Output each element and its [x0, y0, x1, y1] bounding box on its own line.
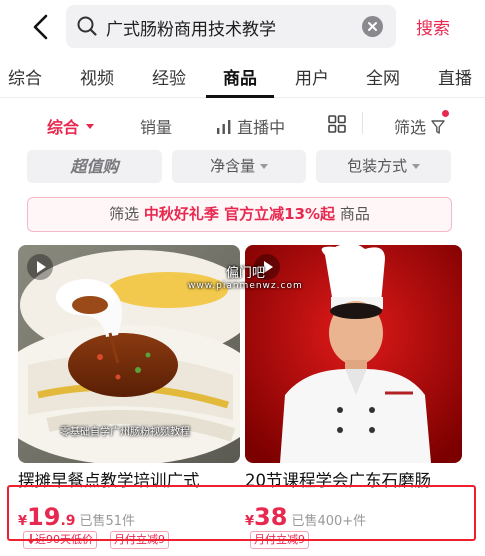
search-query-text: 广式肠粉商用技术教学 — [106, 20, 276, 40]
chip-net-content-label: 净含量 — [210, 157, 256, 175]
search-input[interactable]: 广式肠粉商用技术教学 — [66, 5, 396, 48]
search-icon — [77, 16, 97, 36]
tab-comprehensive[interactable]: 综合 — [8, 64, 42, 89]
tab-live[interactable]: 直播 — [438, 64, 472, 89]
chip-super-value-label: 超值购 — [70, 157, 119, 176]
caret-down-icon — [411, 164, 420, 169]
filter-funnel-icon — [431, 120, 445, 134]
chip-packaging-label: 包装方式 — [347, 157, 408, 175]
play-icon[interactable] — [26, 253, 54, 281]
chip-packaging[interactable]: 包装方式 — [316, 150, 451, 183]
sort-live-label: 直播中 — [237, 118, 286, 137]
divider — [362, 112, 363, 134]
promo-suffix: 商品 — [339, 205, 370, 223]
sort-sales[interactable]: 销量 — [140, 114, 172, 138]
filter-label: 筛选 — [394, 118, 427, 137]
caret-down-icon — [259, 164, 268, 169]
active-tab-indicator — [206, 95, 274, 98]
clear-search-button[interactable] — [362, 16, 383, 37]
close-icon — [368, 22, 377, 31]
back-arrow-icon[interactable] — [26, 12, 56, 42]
highlight-annotation-box — [7, 485, 476, 541]
chip-super-value[interactable]: 超值购 — [27, 150, 162, 183]
sort-live[interactable]: 直播中 — [216, 114, 285, 138]
watermark-url: www.pianmenwz.com — [188, 281, 303, 291]
search-header: 广式肠粉商用技术教学 搜索 — [0, 0, 485, 54]
image-caption: 零基础自学广州肠粉视频教程 — [60, 427, 190, 438]
watermark-name: 偏门吧 — [225, 266, 265, 281]
tab-video[interactable]: 视频 — [80, 64, 114, 89]
promo-prefix: 筛选 — [109, 205, 140, 223]
signal-bars-icon — [217, 120, 231, 134]
sort-comprehensive[interactable]: 综合 — [47, 114, 95, 138]
tab-products[interactable]: 商品 — [223, 64, 257, 89]
tab-experience[interactable]: 经验 — [152, 64, 186, 89]
chip-net-content[interactable]: 净含量 — [172, 150, 306, 183]
notification-dot — [442, 110, 449, 117]
sort-bar: 综合 销量 直播中 筛选 — [0, 100, 485, 146]
filter-button[interactable]: 筛选 — [394, 114, 445, 138]
grid-view-icon[interactable] — [328, 115, 346, 133]
promo-banner[interactable]: 筛选 中秋好礼季 官方立减13%起 商品 — [27, 197, 452, 232]
search-button[interactable]: 搜索 — [416, 14, 450, 39]
tab-web[interactable]: 全网 — [366, 64, 400, 89]
sort-comprehensive-label: 综合 — [47, 118, 80, 137]
watermark: 偏门吧 www.pianmenwz.com — [188, 262, 303, 291]
promo-highlight: 中秋好礼季 官方立减13%起 — [143, 205, 336, 223]
caret-down-icon — [85, 124, 94, 129]
category-tabs: 综合 视频 经验 商品 用户 全网 直播 — [0, 54, 485, 98]
tab-users[interactable]: 用户 — [295, 64, 329, 89]
